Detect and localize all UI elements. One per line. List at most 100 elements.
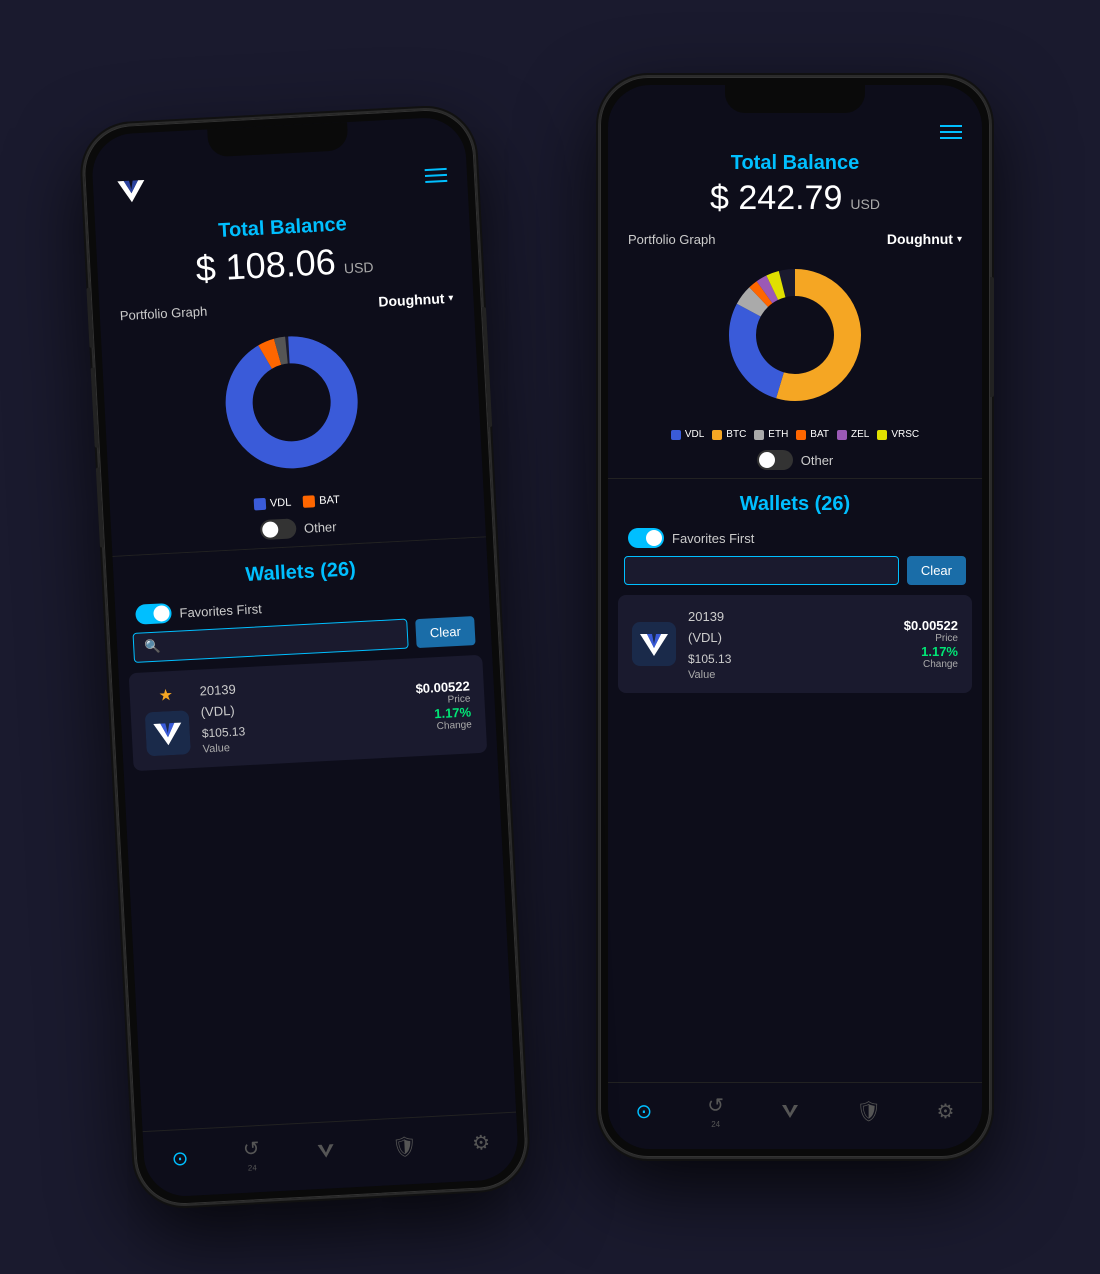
- phone-right-screen: Total Balance $ 242.79 USD Portfolio Gra…: [608, 85, 982, 1149]
- nav-item-dashboard-left[interactable]: ⊙: [171, 1145, 189, 1171]
- nav-settings-icon: ⚙: [471, 1129, 490, 1155]
- portfolio-header-right: Portfolio Graph Doughnut ▾: [628, 231, 962, 247]
- nav-item-24h-right[interactable]: ↺ 24: [707, 1093, 724, 1129]
- toggle-knob-right-phone: [759, 452, 775, 468]
- doughnut-dropdown-left[interactable]: Doughnut ▾: [378, 290, 454, 310]
- nav-item-vdl-right[interactable]: [779, 1100, 801, 1122]
- legend-item-bat-left: BAT: [303, 494, 340, 508]
- wallet-amount-right: 20139: [688, 609, 724, 624]
- side-btn-right: [482, 307, 492, 427]
- wallet-ticker-right: (VDL): [688, 630, 722, 645]
- legend-dot-vdl-r: [671, 430, 681, 440]
- balance-currency-right: USD: [850, 196, 880, 212]
- wallets-header-right: Wallets (26): [608, 479, 982, 524]
- wallet-value-label-right: Value: [688, 669, 892, 681]
- nav-item-settings-left[interactable]: ⚙: [471, 1129, 490, 1155]
- favorites-toggle-right[interactable]: [628, 528, 664, 548]
- portfolio-section-right: Portfolio Graph Doughnut ▾: [608, 223, 982, 423]
- wallet-item-left[interactable]: ★ 20139 (VDL) $: [129, 655, 488, 772]
- legend-btc-text-r: BTC: [726, 429, 746, 440]
- nav-vdl-icon-r: [779, 1100, 801, 1122]
- wallet-info-left: 20139 (VDL) $105.13 Value: [199, 671, 406, 756]
- legend-bat-text-r: BAT: [810, 429, 829, 440]
- coin-logo-left: [145, 710, 191, 756]
- legend-dot-vrsc-r: [877, 430, 887, 440]
- clear-button-left[interactable]: Clear: [415, 616, 476, 648]
- other-toggle-right: Other: [608, 446, 982, 478]
- star-icon-left[interactable]: ★: [158, 685, 173, 706]
- side-btn-right2: [990, 277, 994, 397]
- hamburger-menu[interactable]: [425, 168, 448, 183]
- side-btn-3: [96, 467, 104, 547]
- doughnut-dropdown-right[interactable]: Doughnut ▾: [887, 231, 962, 247]
- search-input-right[interactable]: [635, 563, 888, 578]
- wallets-section-right: Wallets (26) Favorites First Clear: [608, 479, 982, 1082]
- wallet-name-right: 20139 (VDL) $105.13: [688, 607, 892, 669]
- legend-eth-right: ETH: [754, 429, 788, 440]
- logo-icon: [112, 173, 150, 211]
- nav-item-dashboard-right[interactable]: ⊙: [636, 1099, 653, 1124]
- favorites-row-right: Favorites First: [608, 524, 982, 556]
- search-input-wrap-right[interactable]: [624, 556, 899, 585]
- balance-currency-left: USD: [344, 259, 374, 277]
- app-content-right: Total Balance $ 242.79 USD Portfolio Gra…: [608, 85, 982, 1149]
- clear-button-right[interactable]: Clear: [907, 556, 966, 585]
- coin-logo-right: [632, 622, 676, 666]
- legend-eth-text-r: ETH: [768, 429, 788, 440]
- search-input-left[interactable]: [166, 627, 397, 654]
- wallet-ticker: (VDL): [200, 703, 235, 720]
- wallet-value-right: $105.13: [688, 652, 731, 666]
- side-btn-1: [86, 288, 93, 348]
- wallet-item-right[interactable]: 20139 (VDL) $105.13 Value $0.00522 Price…: [618, 595, 972, 693]
- legend-vdl-right: VDL: [671, 429, 704, 440]
- nav-24h-label: 24: [248, 1163, 257, 1172]
- search-icon-left: 🔍: [144, 639, 161, 656]
- nav-item-settings-right[interactable]: ⚙: [936, 1099, 954, 1124]
- nav-item-shield-right[interactable]: 🛡: [856, 1099, 881, 1124]
- other-toggle-switch-left[interactable]: [260, 518, 297, 540]
- legend-dot-zel-r: [837, 430, 847, 440]
- wallets-section-left: Wallets (26) Favorites First 🔍 Cl: [112, 537, 516, 1131]
- favorites-label-left: Favorites First: [179, 601, 262, 620]
- other-toggle-switch-right[interactable]: [757, 450, 793, 470]
- phone-right: Total Balance $ 242.79 USD Portfolio Gra…: [600, 77, 990, 1157]
- search-row-right: Clear: [608, 556, 982, 595]
- favorites-knob-right: [646, 530, 662, 546]
- favorites-label-right: Favorites First: [672, 531, 754, 546]
- nav-shield-icon-r: 🛡: [856, 1099, 881, 1124]
- wallet-price-col-right: $0.00522 Price 1.17% Change: [904, 618, 958, 670]
- legend-text-bat: BAT: [319, 494, 340, 507]
- legend-zel-right: ZEL: [837, 429, 869, 440]
- phone-left: Total Balance $ 108.06 USD Portfolio Gra…: [82, 108, 528, 1207]
- portfolio-label-left: Portfolio Graph: [119, 303, 207, 323]
- nav-24h-label-r: 24: [711, 1120, 720, 1129]
- doughnut-arrow-right: ▾: [957, 234, 962, 245]
- wallet-change-label-right: Change: [904, 659, 958, 670]
- legend-zel-text-r: ZEL: [851, 429, 869, 440]
- favorites-toggle-left[interactable]: [135, 603, 172, 625]
- notch-right: [725, 85, 865, 113]
- doughnut-label-right: Doughnut: [887, 231, 953, 247]
- legend-text-vdl: VDL: [270, 497, 292, 510]
- wallet-change-right: 1.17%: [904, 644, 958, 659]
- wallet-price-label-right: Price: [904, 633, 958, 644]
- legend-vdl-text-r: VDL: [685, 429, 704, 440]
- nav-settings-icon-r: ⚙: [936, 1099, 954, 1124]
- side-btn-2: [91, 368, 99, 448]
- nav-item-24h-left[interactable]: ↺ 24: [242, 1136, 261, 1173]
- hamburger-menu-right[interactable]: [940, 125, 962, 139]
- legend-vrsc-right: VRSC: [877, 429, 919, 440]
- legend-right: VDL BTC ETH BAT: [608, 423, 982, 446]
- nav-item-shield-left[interactable]: 🛡: [391, 1133, 418, 1159]
- chart-container-right: [628, 255, 962, 415]
- portfolio-section-left: Portfolio Graph Doughnut ▾: [99, 281, 483, 500]
- legend-vrsc-text-r: VRSC: [891, 429, 919, 440]
- nav-item-vdl-left[interactable]: [314, 1139, 337, 1162]
- bottom-nav-right: ⊙ ↺ 24 🛡 ⚙: [608, 1082, 982, 1149]
- balance-amount-right: $ 242.79 USD: [628, 179, 962, 218]
- legend-bat-right: BAT: [796, 429, 829, 440]
- legend-dot-eth-r: [754, 430, 764, 440]
- chart-container-left: [121, 314, 463, 491]
- favorites-knob-left: [153, 605, 170, 622]
- legend-dot-vdl: [254, 498, 267, 511]
